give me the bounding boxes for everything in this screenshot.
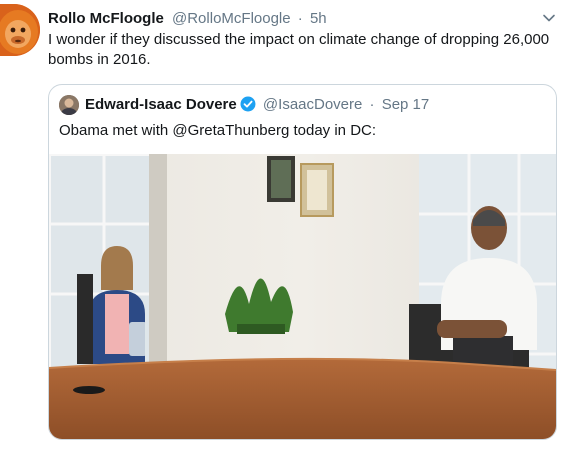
- quoted-photo[interactable]: [49, 154, 556, 439]
- user-handle[interactable]: @RolloMcFloogle: [172, 10, 291, 27]
- tweet-text: I wonder if they discussed the impact on…: [48, 31, 550, 68]
- quoted-tweet-text: Obama met with @GretaThunberg today in D…: [59, 122, 377, 139]
- timestamp[interactable]: 5h: [310, 10, 327, 27]
- quoted-header: Edward-Isaac Dovere @IsaacDovere · Sep 1…: [85, 95, 429, 115]
- chevron-down-icon[interactable]: [542, 11, 556, 25]
- display-name[interactable]: Rollo McFloogle: [48, 10, 164, 27]
- quoted-display-name[interactable]: Edward-Isaac Dovere: [85, 96, 237, 113]
- quoted-separator-dot: ·: [369, 96, 375, 113]
- quoted-timestamp[interactable]: Sep 17: [382, 96, 430, 113]
- quoted-tweet[interactable]: Edward-Isaac Dovere @IsaacDovere · Sep 1…: [48, 84, 557, 440]
- quoted-handle[interactable]: @IsaacDovere: [263, 96, 362, 113]
- tweet[interactable]: Rollo McFloogle @RolloMcFloogle · 5h I w…: [0, 0, 576, 451]
- separator-dot: ·: [297, 10, 303, 27]
- verified-badge-icon: [240, 96, 256, 112]
- orangutan-avatar-icon[interactable]: [0, 4, 40, 56]
- tweet-header: Rollo McFloogle @RolloMcFloogle · 5h: [48, 9, 327, 29]
- quoted-avatar[interactable]: [59, 95, 79, 115]
